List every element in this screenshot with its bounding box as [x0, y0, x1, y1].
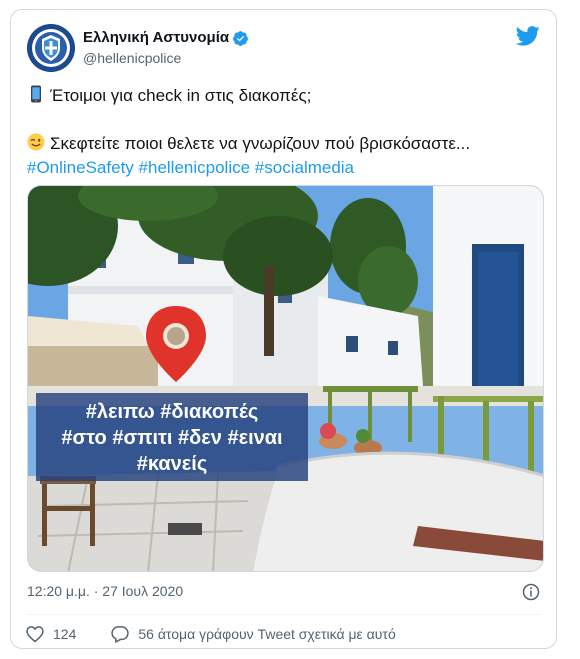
twitter-bird-icon[interactable] [516, 26, 540, 46]
hashtag-onlinesafety[interactable]: #OnlineSafety [27, 158, 134, 177]
hashtag-hellenicpolice[interactable]: #hellenicpolice [139, 158, 251, 177]
info-icon[interactable] [522, 583, 540, 601]
display-name[interactable]: Ελληνική Αστυνομία [83, 28, 229, 48]
overlay-line-3: #κανείς [136, 453, 208, 475]
tweet-actions: 124 56 άτομα γράφουν Tweet σχετικά με αυ… [25, 624, 396, 644]
tweet-text-line-2: Σκεφτείτε ποιοι θελετε να γνωρίζουν πού … [50, 134, 471, 153]
heart-icon [26, 626, 44, 643]
speech-bubble-icon [111, 626, 130, 643]
winking-face-icon [27, 133, 45, 151]
greek-village-photo [28, 186, 543, 571]
conversation-text: 56 άτομα γράφουν Tweet σχετικά με αυτό [138, 626, 396, 642]
like-count: 124 [53, 626, 77, 642]
tweet-header: Ελληνική Αστυνομία @hellenicpolice [27, 24, 540, 72]
conversation-button[interactable]: 56 άτομα γράφουν Tweet σχετικά με αυτό [110, 624, 396, 644]
avatar[interactable] [27, 24, 75, 72]
mobile-phone-icon [31, 85, 41, 103]
hashtag-socialmedia[interactable]: #socialmedia [255, 158, 354, 177]
tweet-text: Έτοιμοι για check in στις διακοπές; Σκεφ… [27, 84, 540, 180]
tweet-image[interactable]: #λειπω #διακοπές #στο #σπιτι #δεν #ειναι… [27, 185, 544, 572]
tweet-card: Ελληνική Αστυνομία @hellenicpolice Έτοιμ… [10, 9, 557, 649]
police-badge-icon [27, 24, 75, 72]
image-hashtag-overlay: #λειπω #διακοπές #στο #σπιτι #δεν #ειναι… [36, 393, 308, 481]
overlay-line-2: #στο #σπιτι #δεν #ειναι [61, 427, 283, 449]
divider [27, 614, 540, 615]
tweet-text-line-1: Έτοιμοι για check in στις διακοπές; [50, 86, 312, 105]
like-button[interactable]: 124 [25, 624, 76, 644]
tweet-timestamp[interactable]: 12:20 μ.μ. · 27 Ιουλ 2020 [27, 583, 183, 599]
handle[interactable]: @hellenicpolice [83, 48, 249, 68]
overlay-line-1: #λειπω #διακοπές [85, 401, 259, 423]
hashtag-list: #OnlineSafety #hellenicpolice #socialmed… [27, 156, 540, 180]
verified-badge-icon [233, 30, 249, 46]
